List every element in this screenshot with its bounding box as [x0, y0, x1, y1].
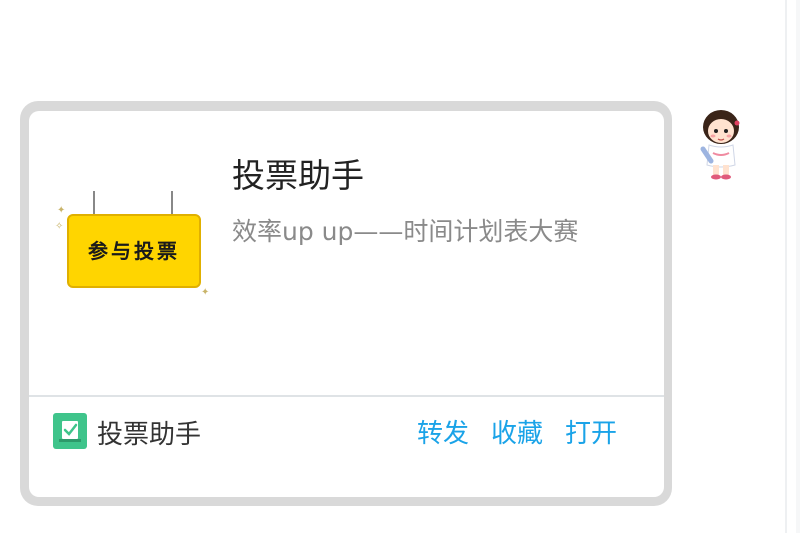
mini-program-card[interactable]: ✦ ✦ ✧ 参与投票 投票助手 效率up up——时间计划表大赛 投票助手 转发… — [29, 111, 664, 497]
sparkle-icon: ✧ — [55, 221, 64, 232]
vote-assistant-logo-icon — [53, 413, 87, 449]
card-content[interactable]: ✦ ✦ ✧ 参与投票 投票助手 效率up up——时间计划表大赛 — [29, 111, 664, 395]
sparkle-icon: ✦ — [201, 287, 210, 298]
thumbnail-text: 参与投票 — [88, 239, 180, 263]
favorite-button[interactable]: 收藏 — [491, 413, 543, 450]
scroll-edge — [785, 0, 787, 533]
card-footer: 投票助手 转发 收藏 打开 — [29, 397, 664, 497]
card-title: 投票助手 — [232, 156, 364, 195]
open-button[interactable]: 打开 — [565, 413, 617, 450]
card-actions: 转发 收藏 打开 — [417, 413, 617, 450]
sparkle-icon: ✦ — [57, 205, 66, 216]
app-name: 投票助手 — [97, 420, 202, 450]
card-subtitle: 效率up up——时间计划表大赛 — [232, 217, 579, 246]
vote-sign: 参与投票 — [67, 214, 201, 288]
scrollbar-track[interactable] — [796, 0, 800, 533]
forward-button[interactable]: 转发 — [417, 413, 469, 450]
chat-screen: ✦ ✦ ✧ 参与投票 投票助手 效率up up——时间计划表大赛 投票助手 转发… — [0, 0, 800, 533]
card-thumbnail: ✦ ✦ ✧ 参与投票 — [53, 191, 213, 301]
cartoon-girl-avatar[interactable] — [693, 103, 749, 183]
